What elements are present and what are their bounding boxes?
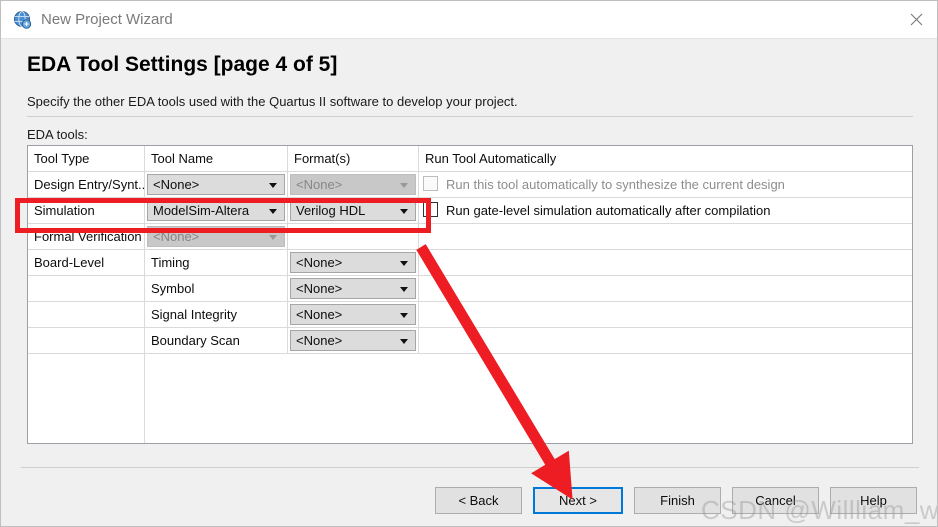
chevron-down-icon: [400, 338, 408, 344]
cancel-button[interactable]: Cancel: [732, 487, 819, 514]
cell-tool-type: Formal Verification: [28, 224, 145, 249]
cell-tool-type: Simulation: [28, 198, 145, 223]
column-header-tool-name: Tool Name: [145, 146, 288, 171]
cell-tool-type: Board-Level: [28, 250, 145, 275]
header-divider: [27, 116, 913, 117]
column-header-run-tool-automatically: Run Tool Automatically: [425, 151, 557, 166]
cell-run-tool: [419, 250, 912, 275]
column-header-formats: Format(s): [288, 146, 419, 171]
quartus-globe-icon: [13, 10, 33, 30]
table-row: Boundary Scan <None>: [28, 328, 912, 354]
cell-tool-type: [28, 328, 145, 353]
format-dropdown-board-level-signal-integrity[interactable]: <None>: [290, 304, 416, 325]
cell-tool-type: Design Entry/Synt...: [28, 172, 145, 197]
title-bar: New Project Wizard: [1, 1, 937, 39]
footer-divider: [21, 467, 919, 468]
eda-tools-label: EDA tools:: [27, 127, 88, 142]
table-row: Simulation ModelSim-Altera Verilog HDL R…: [28, 198, 912, 224]
cell-tool-type: [28, 302, 145, 327]
table-row: Formal Verification <None>: [28, 224, 912, 250]
eda-tools-table: Tool Type Tool Name Format(s) Run Tool A…: [27, 145, 913, 444]
chevron-down-icon: [400, 182, 408, 188]
cell-run-tool: [419, 224, 912, 249]
format-dropdown-value: <None>: [296, 307, 343, 322]
cell-run-tool: [419, 328, 912, 353]
cell-format: [288, 224, 419, 249]
next-button[interactable]: Next >: [533, 487, 623, 514]
table-empty-area: [28, 354, 912, 443]
cell-tool-name: Symbol: [145, 276, 288, 301]
run-tool-checkbox-design-entry[interactable]: [423, 176, 438, 191]
table-row: Symbol <None>: [28, 276, 912, 302]
page-title: EDA Tool Settings [page 4 of 5]: [27, 53, 338, 76]
finish-button[interactable]: Finish: [634, 487, 721, 514]
format-dropdown-value: Verilog HDL: [296, 203, 366, 218]
table-row: Design Entry/Synt... <None> <None> Run t…: [28, 172, 912, 198]
format-dropdown-value: <None>: [296, 281, 343, 296]
back-button[interactable]: < Back: [435, 487, 522, 514]
chevron-down-icon: [400, 208, 408, 214]
wizard-page: EDA Tool Settings [page 4 of 5] Specify …: [1, 39, 937, 526]
run-tool-checkbox-label-simulation: Run gate-level simulation automatically …: [446, 203, 771, 218]
cell-run-tool: [419, 302, 912, 327]
window-title: New Project Wizard: [41, 11, 173, 28]
chevron-down-icon: [269, 208, 277, 214]
cell-tool-type: [28, 276, 145, 301]
table-row: Board-Level Timing <None>: [28, 250, 912, 276]
tool-name-dropdown-value: ModelSim-Altera: [153, 203, 250, 218]
close-icon[interactable]: [893, 1, 937, 38]
help-button[interactable]: Help: [830, 487, 917, 514]
cell-tool-name: Boundary Scan: [145, 328, 288, 353]
tool-name-dropdown-value: <None>: [153, 229, 200, 244]
chevron-down-icon: [400, 286, 408, 292]
new-project-wizard-window: New Project Wizard EDA Tool Settings [pa…: [0, 0, 938, 527]
run-tool-checkbox-simulation[interactable]: [423, 202, 438, 217]
column-header-tool-type: Tool Type: [28, 146, 145, 171]
table-header-row: Tool Type Tool Name Format(s) Run Tool A…: [28, 146, 912, 172]
cell-tool-name: Signal Integrity: [145, 302, 288, 327]
chevron-down-icon: [269, 234, 277, 240]
chevron-down-icon: [400, 312, 408, 318]
tool-name-dropdown-simulation[interactable]: ModelSim-Altera: [147, 200, 285, 221]
cell-run-tool: [419, 276, 912, 301]
page-description: Specify the other EDA tools used with th…: [27, 94, 518, 109]
tool-name-dropdown-value: <None>: [153, 177, 200, 192]
tool-name-dropdown-formal-verification[interactable]: <None>: [147, 226, 285, 247]
format-dropdown-value: <None>: [296, 255, 343, 270]
cell-tool-name: Timing: [145, 250, 288, 275]
tool-name-dropdown-design-entry[interactable]: <None>: [147, 174, 285, 195]
format-dropdown-board-level-symbol[interactable]: <None>: [290, 278, 416, 299]
format-dropdown-design-entry[interactable]: <None>: [290, 174, 416, 195]
format-dropdown-value: <None>: [296, 177, 343, 192]
format-dropdown-board-level-boundary-scan[interactable]: <None>: [290, 330, 416, 351]
format-dropdown-value: <None>: [296, 333, 343, 348]
cell-empty: [28, 354, 145, 443]
format-dropdown-simulation[interactable]: Verilog HDL: [290, 200, 416, 221]
run-tool-checkbox-label-design-entry: Run this tool automatically to synthesiz…: [446, 177, 785, 192]
table-row: Signal Integrity <None>: [28, 302, 912, 328]
chevron-down-icon: [269, 182, 277, 188]
chevron-down-icon: [400, 260, 408, 266]
format-dropdown-board-level-timing[interactable]: <None>: [290, 252, 416, 273]
